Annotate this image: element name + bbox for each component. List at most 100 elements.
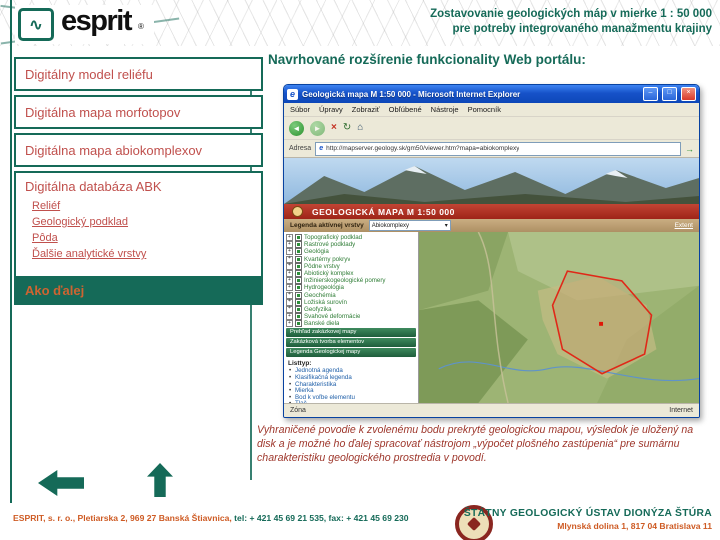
address-url: http://mapserver.geology.sk/gm50/viewer.… — [326, 145, 520, 152]
layer-checkbox[interactable] — [295, 248, 302, 256]
browser-statusbar: Zóna Internet — [284, 403, 699, 417]
layer-label: Banské diela — [304, 320, 340, 328]
nav-up-arrow[interactable] — [147, 463, 173, 497]
menu-item[interactable]: Úpravy — [319, 105, 343, 114]
legend-dropdown[interactable]: Abiokomplexy ▾ — [368, 220, 451, 231]
layer-item[interactable]: Rastrové podklady — [286, 241, 416, 249]
chevron-down-icon: ▾ — [444, 223, 448, 229]
refresh-icon[interactable]: ↻ — [343, 121, 351, 135]
menu-item[interactable]: Pomocník — [468, 105, 501, 114]
sidebar-link[interactable]: Ďalšie analytické vrstvy — [32, 246, 261, 262]
layer-checkbox[interactable] — [295, 313, 302, 321]
wave-icon: ∿ — [18, 8, 54, 41]
layer-tree-panel: Topografický podklad Rastrové podklady G… — [284, 232, 419, 403]
layer-item[interactable]: Geofyzika — [286, 305, 416, 313]
sidebar-item-morfotopy[interactable]: Digitálna mapa morfotopov — [14, 95, 263, 129]
menu-item[interactable]: Nástroje — [431, 105, 459, 114]
layer-checkbox[interactable] — [295, 270, 302, 278]
layer-checkbox[interactable] — [295, 277, 302, 285]
registered-mark: ® — [137, 22, 144, 31]
layer-item[interactable]: Banské diela — [286, 320, 416, 328]
expand-icon[interactable] — [286, 320, 293, 328]
layer-item[interactable]: Abiotický komplex — [286, 270, 416, 278]
layer-label: Inžinierskogeologické pomery — [304, 277, 386, 285]
legend-label: Legenda aktívnej vrstvy — [290, 222, 364, 229]
layer-checkbox[interactable] — [295, 234, 302, 242]
layer-item[interactable]: Hydrogeológia — [286, 284, 416, 292]
layer-checkbox[interactable] — [295, 255, 302, 263]
layer-item[interactable]: Geochémia — [286, 291, 416, 299]
portal-emblem-icon — [292, 206, 303, 217]
layer-checkbox[interactable] — [295, 320, 302, 328]
layer-checkbox[interactable] — [295, 291, 302, 299]
browser-window-title: Geologická mapa M 1:50 000 - Microsoft I… — [302, 89, 521, 99]
menu-item[interactable]: Obľúbené — [389, 105, 422, 114]
content-split: Topografický podklad Rastrové podklady G… — [284, 232, 699, 403]
forward-icon[interactable]: ► — [310, 120, 325, 136]
map-title: GEOLOGICKÁ MAPA M 1:50 000 — [312, 206, 455, 217]
maximize-button[interactable]: □ — [662, 87, 677, 101]
listtype-title: Listtyp: — [288, 360, 312, 368]
layer-item[interactable]: Topografický podklad — [286, 234, 416, 242]
layer-checkbox[interactable] — [295, 241, 302, 249]
layer-checkbox[interactable] — [295, 298, 302, 306]
layer-item[interactable]: Pôdne vrstvy — [286, 262, 416, 270]
nav-back-arrow[interactable] — [38, 470, 84, 496]
back-icon[interactable]: ◄ — [289, 120, 304, 136]
panel-tab[interactable]: Prehľad zakázkovej mapy — [286, 328, 416, 338]
ie-icon: e — [287, 88, 298, 100]
sidebar-item-ako-dalej[interactable]: Ako ďalej — [14, 276, 263, 305]
menu-item[interactable]: Súbor — [290, 105, 310, 114]
footer-institute: ŠTÁTNY GEOLOGICKÝ ÚSTAV DIONÝZA ŠTÚRA Ml… — [464, 508, 712, 531]
layer-checkbox[interactable] — [295, 262, 302, 270]
esprit-logo: ∿ esprit ® — [15, 5, 154, 44]
left-rule — [10, 0, 12, 503]
sidebar-item-abiokomplexy[interactable]: Digitálna mapa abiokomplexov — [14, 133, 263, 167]
address-label: Adresa — [289, 145, 312, 152]
presentation-slide: ∿ esprit ® Zostavovanie geologických máp… — [0, 0, 720, 540]
address-input[interactable]: e http://mapserver.geology.sk/gm50/viewe… — [315, 141, 681, 156]
sidebar-item-digital-model[interactable]: Digitálny model reliéfu — [14, 57, 263, 91]
minimize-button[interactable]: – — [643, 87, 658, 101]
portal-banner-photo — [284, 158, 699, 204]
layer-item[interactable]: Kvartérny pokryv — [286, 255, 416, 263]
panel-tab[interactable]: Legenda Geologickej mapy — [286, 348, 416, 358]
layer-label: Kvartérny pokryv — [304, 255, 351, 263]
home-icon[interactable]: ⌂ — [357, 121, 363, 135]
layer-label: Pôdne vrstvy — [304, 262, 340, 270]
browser-titlebar[interactable]: e Geologická mapa M 1:50 000 - Microsoft… — [284, 85, 699, 103]
go-icon[interactable]: → — [685, 144, 694, 154]
sidebar-link[interactable]: Geologický podklad — [32, 214, 261, 230]
slide-title: Zostavovanie geologických máp v mierke 1… — [430, 7, 712, 37]
layer-label: Rastrové podklady — [304, 241, 356, 249]
layer-label: Abiotický komplex — [304, 270, 354, 278]
extent-link[interactable]: Extent — [675, 222, 693, 229]
browser-toolbar: ◄ ► × ↻ ⌂ — [284, 117, 699, 140]
listtype-item[interactable]: Tlač — [286, 401, 416, 403]
section-heading: Navrhované rozšírenie funkcionality Web … — [268, 52, 586, 67]
slide-title-line2: pre potreby integrovaného manažmentu kra… — [452, 22, 712, 35]
layer-item[interactable]: Ložiská surovín — [286, 298, 416, 306]
panel-tab[interactable]: Zakázková tvorba elementov — [286, 338, 416, 348]
esprit-phone: tel: + 421 45 69 21 535, fax: + 421 45 6… — [234, 513, 409, 523]
status-zone: Internet — [669, 407, 693, 414]
sidebar-database-box: Digitálna databáza ABK Reliéf Geologický … — [14, 171, 263, 278]
layer-item[interactable]: Geológia — [286, 248, 416, 256]
layer-label: Ložiská surovín — [304, 298, 347, 306]
layer-item[interactable]: Svahové deformácie — [286, 313, 416, 321]
sidebar-database-title: Digitálna databáza ABK — [25, 179, 162, 194]
sidebar-link[interactable]: Pôda — [32, 230, 261, 246]
layer-label: Hydrogeológia — [304, 284, 344, 292]
layer-checkbox[interactable] — [295, 284, 302, 292]
legend-bar: Legenda aktívnej vrstvy Abiokomplexy ▾ E… — [284, 219, 699, 232]
close-button[interactable]: × — [681, 87, 696, 101]
map-view[interactable] — [419, 232, 699, 403]
sidebar-link[interactable]: Reliéf — [32, 198, 261, 214]
stop-icon[interactable]: × — [331, 121, 337, 135]
layer-item[interactable]: Inžinierskogeologické pomery — [286, 277, 416, 285]
browser-menubar: Súbor Úpravy Zobraziť Obľúbené Nástroje Pomoc… — [284, 103, 699, 117]
layer-checkbox[interactable] — [295, 305, 302, 313]
slide-title-line1: Zostavovanie geologických máp v mierke 1… — [430, 8, 712, 20]
menu-item[interactable]: Zobraziť — [352, 105, 380, 114]
layer-label: Geofyzika — [304, 305, 332, 313]
